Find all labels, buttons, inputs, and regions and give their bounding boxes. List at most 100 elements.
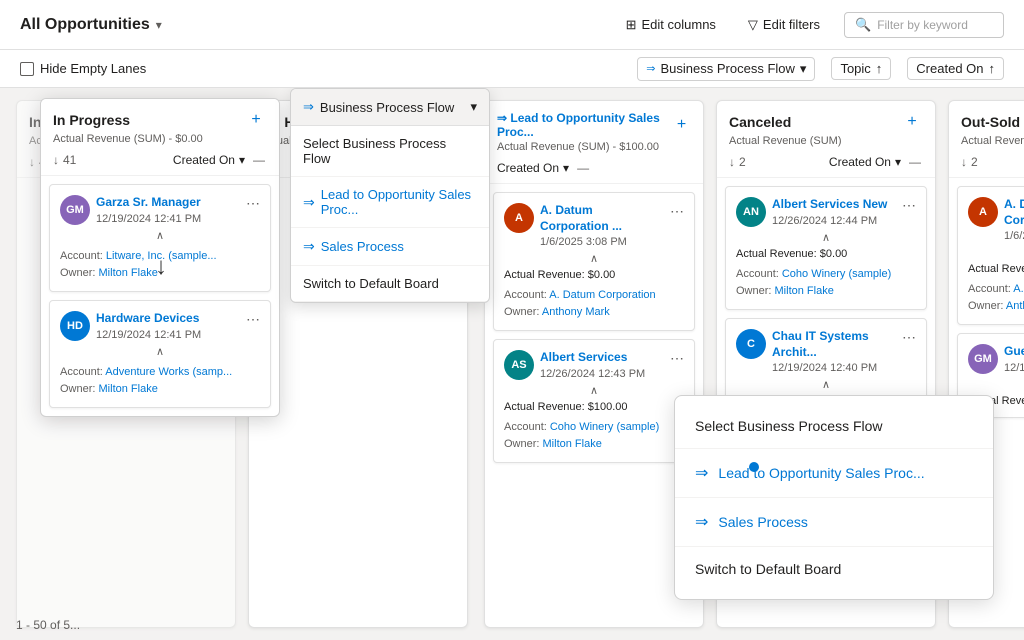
- card-chevron-icon-4: ∧: [736, 378, 916, 391]
- created-on-sort-icon: ↑: [989, 61, 996, 76]
- card-title-hd-exp: Hardware Devices: [96, 311, 240, 327]
- card-chevron-icon-5: ∧: [968, 246, 1024, 259]
- lane-out-sold-revenue: Actual Revenue (SUM) - $0.00: [961, 135, 1024, 147]
- bpf-sort-control[interactable]: ⇒ Business Process Flow ▾: [637, 57, 815, 81]
- card-menu-btn[interactable]: ⋯: [670, 203, 684, 220]
- lane-expanded-collapse-btn[interactable]: —: [251, 151, 267, 169]
- card-date-a: 1/6/2025 3:08 PM: [540, 236, 664, 248]
- sub-bar-left: Hide Empty Lanes: [20, 61, 146, 76]
- card-revenue-an: Actual Revenue: $0.00: [736, 248, 916, 260]
- columns-icon: ⊞: [626, 17, 637, 33]
- lane-middle-add-button[interactable]: +: [672, 114, 691, 136]
- edit-filters-button[interactable]: ▽ Edit filters: [740, 13, 828, 37]
- card-detail-a: Account: A. Datum Corporation Owner: Ant…: [504, 287, 684, 320]
- lane-expanded-add-btn[interactable]: +: [245, 109, 267, 131]
- card-avatar-a2: A: [968, 197, 998, 227]
- lane-middle-title: ⇒ Lead to Opportunity Sales Proc...: [497, 111, 672, 139]
- card-detail-an: Account: Coho Winery (sample) Owner: Mil…: [736, 266, 916, 299]
- board-area: In Progress + Actual Revenue (SUM) - $0.…: [0, 88, 1024, 640]
- lane-out-sold-count: ↓2: [961, 155, 978, 169]
- card-revenue-a: Actual Revenue: $0.00: [504, 269, 684, 281]
- bpf-sales-item[interactable]: ⇒ Sales Process: [291, 228, 489, 266]
- right-bpf-dropdown: Select Business Process Flow ⇒ Lead to O…: [674, 395, 994, 600]
- card-menu-btn-3[interactable]: ⋯: [902, 197, 916, 214]
- lane-canceled-count: ↓2: [729, 155, 746, 169]
- card-chevron-icon-6: ∧: [968, 378, 1024, 391]
- card-date-an: 12/26/2024 12:44 PM: [772, 215, 896, 227]
- right-bpf-lead[interactable]: ⇒ Lead to Opportunity Sales Proc...: [675, 449, 993, 498]
- right-bpf-switch[interactable]: Switch to Default Board: [675, 547, 993, 591]
- bpf-sales-icon: ⇒: [303, 238, 315, 255]
- lane-expanded-header: In Progress + Actual Revenue (SUM) - $0.…: [41, 99, 279, 176]
- lane-canceled-sort[interactable]: Created On▾: [829, 155, 901, 169]
- card-avatar-hd-exp: HD: [60, 311, 90, 341]
- lane-expanded-sort[interactable]: Created On▾: [173, 153, 245, 167]
- card-detail-hd-exp: Account: Adventure Works (samp... Owner:…: [60, 364, 260, 397]
- card-chevron-gm-exp: ∧: [60, 229, 260, 242]
- lane-expanded-cards: GM Garza Sr. Manager 12/19/2024 12:41 PM…: [41, 176, 279, 416]
- card-title-c: Chau IT Systems Archit...: [772, 329, 896, 360]
- card-date-c: 12/19/2024 12:40 PM: [772, 362, 896, 374]
- arrow-indicator: ↓: [155, 253, 167, 281]
- checkbox-box[interactable]: [20, 62, 34, 76]
- sub-bar: Hide Empty Lanes ⇒ Business Process Flow…: [0, 50, 1024, 88]
- card-menu-gm-exp[interactable]: ⋯: [246, 195, 260, 212]
- title-chevron-icon[interactable]: ▾: [156, 18, 162, 32]
- bpf-flow-icon: ⇒: [646, 62, 655, 75]
- card-menu-hd-exp[interactable]: ⋯: [246, 311, 260, 328]
- card-avatar-gm2: GM: [968, 344, 998, 374]
- search-icon: 🔍: [855, 17, 871, 33]
- card-a-datum-out[interactable]: A A. Datum Corporation ... 1/6/2025 4:08…: [957, 186, 1024, 325]
- lane-middle-collapse-btn[interactable]: —: [575, 159, 591, 177]
- created-on-sort-control[interactable]: Created On ↑: [907, 57, 1004, 80]
- card-revenue-a2: Actual Revenue: $0.00: [968, 263, 1024, 275]
- lane-out-sold-title: Out-Sold: [961, 114, 1020, 130]
- card-revenue-as: Actual Revenue: $100.00: [504, 401, 684, 413]
- card-detail-a2: Account: A. Datum Corporation Owner: Ant…: [968, 281, 1024, 314]
- lane-canceled-revenue: Actual Revenue (SUM): [729, 135, 923, 147]
- right-bpf-lead-icon: ⇒: [695, 463, 708, 483]
- card-menu-btn-4[interactable]: ⋯: [902, 329, 916, 346]
- card-date-as: 12/26/2024 12:43 PM: [540, 368, 664, 380]
- card-avatar-an: AN: [736, 197, 766, 227]
- hide-empty-lanes-checkbox[interactable]: Hide Empty Lanes: [20, 61, 146, 76]
- toolbar: ⊞ Edit columns ▽ Edit filters 🔍 Filter b…: [618, 12, 1004, 38]
- card-hardware-expanded[interactable]: HD Hardware Devices 12/19/2024 12:41 PM …: [49, 300, 271, 408]
- lane-canceled-collapse-btn[interactable]: —: [907, 153, 923, 171]
- bpf-select-item[interactable]: Select Business Process Flow: [291, 126, 489, 177]
- lane-canceled-title: Canceled: [729, 114, 791, 130]
- bpf-lead-icon: ⇒: [303, 194, 315, 211]
- card-chevron-hd-exp: ∧: [60, 345, 260, 358]
- lane-canceled-add-button[interactable]: +: [901, 111, 923, 133]
- topic-sort-icon: ↑: [876, 61, 883, 76]
- bpf-chevron-icon-2: ▾: [470, 99, 477, 115]
- card-albert-services[interactable]: AS Albert Services 12/26/2024 12:43 PM ⋯…: [493, 339, 695, 463]
- filter-icon: ▽: [748, 17, 758, 33]
- card-avatar-a: A: [504, 203, 534, 233]
- page-title: All Opportunities: [20, 16, 150, 34]
- bpf-dropdown-header: ⇒ Business Process Flow ▾: [291, 89, 489, 126]
- card-avatar-as: AS: [504, 350, 534, 380]
- lane-middle-revenue: Actual Revenue (SUM) - $100.00: [497, 141, 691, 153]
- right-bpf-sales[interactable]: ⇒ Sales Process: [675, 498, 993, 547]
- right-bpf-select[interactable]: Select Business Process Flow: [675, 404, 993, 449]
- card-avatar-gm-exp: GM: [60, 195, 90, 225]
- card-avatar-c: C: [736, 329, 766, 359]
- card-a-datum-middle[interactable]: A A. Datum Corporation ... 1/6/2025 3:08…: [493, 192, 695, 331]
- card-title-as: Albert Services: [540, 350, 664, 366]
- card-date-hd-exp: 12/19/2024 12:41 PM: [96, 329, 240, 341]
- keyword-filter-input[interactable]: 🔍 Filter by keyword: [844, 12, 1004, 38]
- card-date-gm-exp: 12/19/2024 12:41 PM: [96, 213, 240, 225]
- lane-middle-header: ⇒ Lead to Opportunity Sales Proc... + Ac…: [485, 101, 703, 184]
- bpf-lead-item[interactable]: ⇒ Lead to Opportunity Sales Proc...: [291, 177, 489, 228]
- lane-middle-cards: A A. Datum Corporation ... 1/6/2025 3:08…: [485, 184, 703, 627]
- top-bar: All Opportunities ▾ ⊞ Edit columns ▽ Edi…: [0, 0, 1024, 50]
- topic-sort-control[interactable]: Topic ↑: [831, 57, 891, 80]
- edit-columns-button[interactable]: ⊞ Edit columns: [618, 13, 724, 37]
- bpf-switch-item[interactable]: Switch to Default Board: [291, 266, 489, 302]
- bpf-chevron-icon: ▾: [800, 61, 807, 77]
- lane-middle-sort[interactable]: Created On▾: [497, 161, 569, 175]
- card-albert-new[interactable]: AN Albert Services New 12/26/2024 12:44 …: [725, 186, 927, 310]
- card-menu-btn-2[interactable]: ⋯: [670, 350, 684, 367]
- card-chevron-icon-3: ∧: [736, 231, 916, 244]
